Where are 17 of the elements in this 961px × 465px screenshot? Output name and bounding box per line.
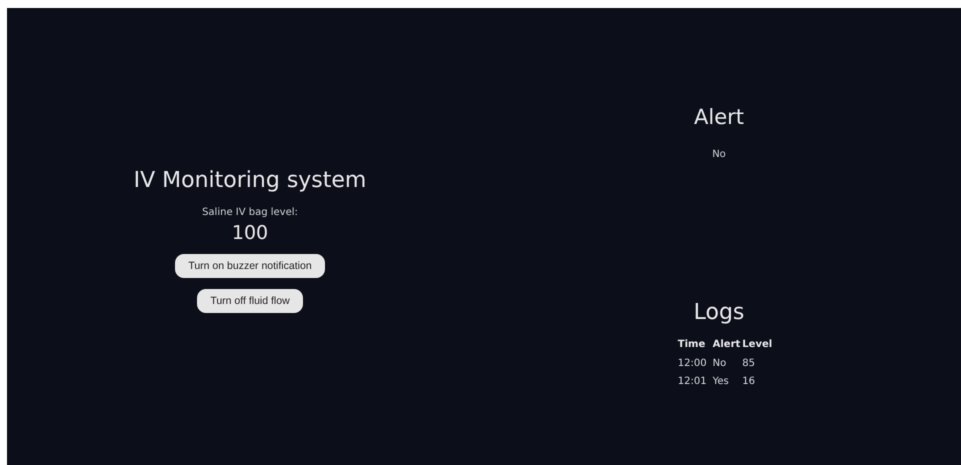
column-header: Time (678, 339, 713, 355)
column-header: Alert (712, 339, 742, 352)
action-button[interactable]: Turn off fluid flow (197, 289, 303, 313)
alert-heading: Alert (694, 105, 744, 129)
table-cell: No (712, 355, 742, 373)
column-header: Level (742, 339, 774, 352)
level-label: Saline IV bag level: (202, 207, 298, 218)
table-cell-text: Yes (712, 375, 730, 389)
action-button[interactable]: Turn on buzzer notification (175, 254, 325, 278)
table-cell-text: 12:00 (678, 357, 708, 371)
table-cell-text: 85 (742, 357, 756, 371)
app-title: IV Monitoring system (134, 168, 366, 193)
alert-status: No (712, 149, 726, 160)
table-cell-text: 16 (742, 375, 756, 389)
level-value: 100 (232, 222, 268, 244)
table-cell: 12:01 (678, 373, 713, 391)
logs-heading: Logs (694, 300, 744, 325)
